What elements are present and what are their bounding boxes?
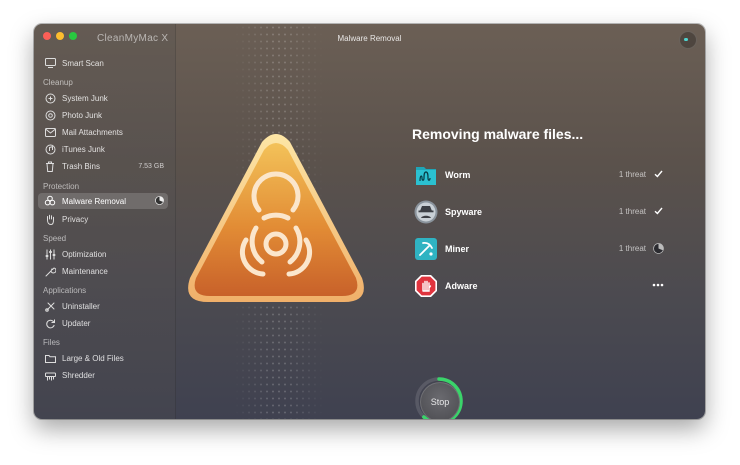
app-window: CleanMyMac X Malware Removal Smart Scan … <box>34 24 705 419</box>
sidebar-item-privacy[interactable]: Privacy <box>38 211 168 227</box>
sidebar-item-label: Shredder <box>62 370 95 380</box>
sidebar-item-label: Optimization <box>62 249 107 259</box>
section-cleanup: Cleanup <box>43 78 73 87</box>
trash-icon <box>44 160 56 172</box>
threat-name: Worm <box>445 170 471 180</box>
sidebar-item-label: Trash Bins <box>62 161 100 171</box>
sidebar-item-label: Photo Junk <box>62 110 103 120</box>
threat-name: Spyware <box>445 207 483 217</box>
section-files: Files <box>43 338 60 347</box>
threat-name: Miner <box>445 244 470 254</box>
sidebar-item-updater[interactable]: Updater <box>38 315 168 331</box>
stop-button-wrapper: Stop <box>414 376 464 419</box>
biohazard-icon <box>44 195 56 207</box>
sidebar-item-smart-scan[interactable]: Smart Scan <box>38 55 168 71</box>
threat-count: 1 threat <box>618 170 646 179</box>
trash-bins-size: 7.53 GB <box>138 162 164 170</box>
sidebar-item-label: Privacy <box>62 214 89 224</box>
checkmark-icon <box>652 205 664 217</box>
hand-icon <box>44 213 56 225</box>
spyware-icon <box>414 200 438 224</box>
sidebar-item-itunes-junk[interactable]: iTunes Junk <box>38 141 168 157</box>
monitor-icon <box>44 57 56 69</box>
section-protection: Protection <box>43 182 80 191</box>
shredder-icon <box>44 369 56 381</box>
uninstaller-icon <box>44 300 56 312</box>
threat-count: 1 threat <box>618 207 646 216</box>
threat-count: 1 threat <box>618 244 646 253</box>
sidebar-item-uninstaller[interactable]: Uninstaller <box>38 298 168 314</box>
sidebar-item-label: Maintenance <box>62 266 108 276</box>
sidebar-item-malware-removal[interactable]: Malware Removal <box>38 193 168 209</box>
adware-icon <box>414 274 438 298</box>
sidebar-item-photo-junk[interactable]: Photo Junk <box>38 107 168 123</box>
threat-row-spyware: Spyware 1 threat <box>412 199 664 225</box>
threat-row-adware: Adware <box>412 273 664 299</box>
sidebar-item-system-junk[interactable]: System Junk <box>38 90 168 106</box>
sidebar-item-maintenance[interactable]: Maintenance <box>38 263 168 279</box>
checkmark-icon <box>652 168 664 180</box>
miner-icon <box>414 237 438 261</box>
ellipsis-icon <box>652 279 664 291</box>
section-applications: Applications <box>43 286 87 295</box>
sidebar-item-label: System Junk <box>62 93 108 103</box>
wrench-icon <box>44 265 56 277</box>
worm-icon <box>414 163 438 187</box>
sidebar-item-label: iTunes Junk <box>62 144 105 154</box>
window-title: Malware Removal <box>337 34 402 43</box>
sidebar-item-label: Smart Scan <box>62 58 104 68</box>
stop-button[interactable]: Stop <box>420 382 460 419</box>
envelope-icon <box>44 126 56 138</box>
sidebar-item-label: Updater <box>62 318 91 328</box>
sliders-icon <box>44 248 56 260</box>
sidebar-item-label: Uninstaller <box>62 301 100 311</box>
sidebar-item-optimization[interactable]: Optimization <box>38 246 168 262</box>
assistant-button[interactable] <box>679 31 697 49</box>
sidebar-item-mail-attachments[interactable]: Mail Attachments <box>38 124 168 140</box>
system-junk-icon <box>44 92 56 104</box>
music-note-icon <box>44 143 56 155</box>
page-heading: Removing malware files... <box>412 126 584 142</box>
sidebar-item-label: Mail Attachments <box>62 127 123 137</box>
updater-icon <box>44 317 56 329</box>
threat-row-miner: Miner 1 threat <box>412 236 664 262</box>
sidebar-item-large-old-files[interactable]: Large & Old Files <box>38 350 168 366</box>
progress-pie-icon <box>155 195 164 207</box>
threat-name: Adware <box>445 281 478 291</box>
threat-row-worm: Worm 1 threat <box>412 162 664 188</box>
sidebar-item-label: Large & Old Files <box>62 353 124 363</box>
biohazard-hero-icon <box>184 132 368 307</box>
aperture-icon <box>44 109 56 121</box>
folder-icon <box>44 352 56 364</box>
sidebar-item-label: Malware Removal <box>62 196 127 206</box>
section-speed: Speed <box>43 234 67 243</box>
sidebar-item-trash-bins[interactable]: Trash Bins 7.53 GB <box>38 158 168 174</box>
progress-pie-icon <box>652 242 664 254</box>
sidebar-item-shredder[interactable]: Shredder <box>38 367 168 383</box>
